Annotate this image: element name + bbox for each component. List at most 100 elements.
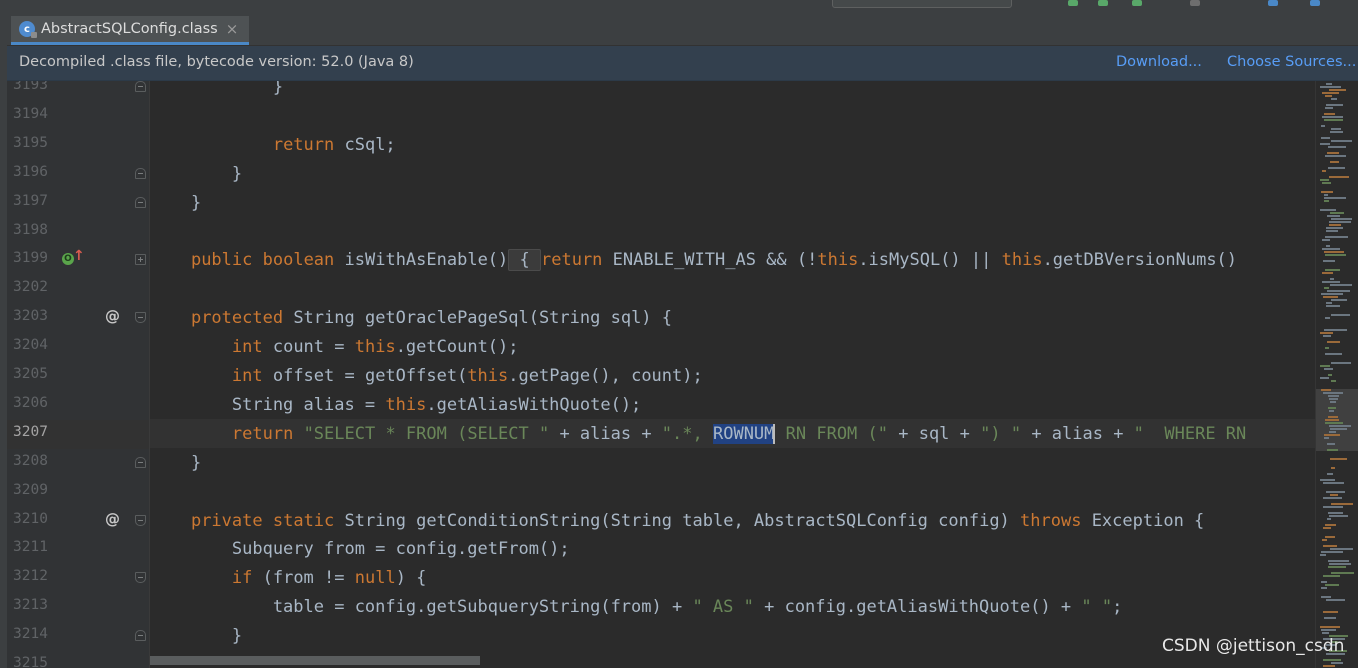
minimap-stroke (1327, 290, 1350, 292)
minimap-stroke (1325, 536, 1335, 538)
gutter-line[interactable]: 3207 (7, 419, 149, 449)
annotation-marker-icon[interactable]: @ (105, 510, 120, 528)
code-line[interactable]: int count = this.getCount(); (150, 333, 519, 362)
line-number: 3199 (13, 250, 48, 267)
string-token: " AS " (692, 597, 754, 618)
minimap-stroke (1322, 182, 1331, 184)
keyword-token: this (385, 394, 427, 415)
expand-fold-icon[interactable] (135, 254, 146, 266)
minimap-stroke (1330, 212, 1344, 214)
code-line[interactable]: table = config.getSubqueryString(from) +… (150, 593, 1123, 622)
gutter-line[interactable]: 3214 (7, 622, 149, 651)
gutter-line[interactable]: 3198 (7, 218, 149, 247)
minimap-stroke (1325, 524, 1336, 526)
line-number: 3215 (13, 655, 48, 668)
search-everywhere-icon[interactable] (1310, 0, 1320, 6)
debug-icon[interactable] (1098, 0, 1108, 6)
collapse-fold-icon[interactable] (135, 514, 146, 526)
gutter-line[interactable]: 3210 @ (7, 507, 149, 536)
minimap-stroke (1330, 401, 1336, 403)
code-line[interactable]: } (150, 189, 201, 218)
gutter-line[interactable]: 3212 (7, 564, 149, 593)
minimap-stroke (1321, 191, 1333, 193)
line-number: 3195 (13, 134, 48, 151)
gutter-line[interactable]: 3208 (7, 449, 149, 478)
gutter-line[interactable]: 3215 (7, 651, 149, 668)
minimap-stroke (1326, 305, 1340, 307)
code-line[interactable]: if (from != null) { (150, 564, 427, 593)
gutter-line[interactable]: 3193 (7, 81, 149, 102)
minimap-stroke (1330, 278, 1334, 280)
line-number-gutter[interactable]: 3193 3194 3195 3196 3197 3198 3199 O ↑ 3202 3203 @3… (7, 81, 150, 668)
minimap-stroke (1324, 200, 1329, 202)
gutter-line[interactable]: 3202 (7, 275, 149, 304)
collapse-fold-icon[interactable] (135, 196, 146, 208)
minimap-stroke (1328, 416, 1338, 418)
minimap-stroke (1331, 503, 1353, 505)
go-to-super-arrow-icon[interactable]: ↑ (73, 248, 85, 264)
code-line[interactable]: } (150, 622, 242, 651)
code-line[interactable]: String alias = this.getAliasWithQuote(); (150, 391, 641, 420)
horizontal-scrollbar-thumb[interactable] (150, 656, 480, 665)
minimap-stroke (1324, 113, 1335, 115)
collapse-fold-icon[interactable] (135, 630, 146, 642)
gutter-line[interactable]: 3194 (7, 102, 149, 131)
gutter-line[interactable]: 3196 (7, 160, 149, 189)
gutter-line[interactable]: 3209 (7, 478, 149, 507)
code-line[interactable]: protected String getOraclePageSql(String… (150, 304, 672, 333)
coverage-icon[interactable] (1132, 0, 1142, 6)
code-line[interactable]: } (150, 449, 201, 478)
project-structure-icon[interactable] (1268, 0, 1278, 6)
code-line[interactable]: return cSql; (150, 131, 396, 160)
code-line[interactable]: return "SELECT * FROM (SELECT " + alias … (150, 420, 1246, 449)
minimap-stroke (1331, 362, 1351, 364)
code-editor[interactable]: 3193 3194 3195 3196 3197 3198 3199 O ↑ 3202 3203 @3… (7, 81, 1358, 668)
run-icon[interactable] (1068, 0, 1078, 6)
gutter-line[interactable]: 3213 (7, 593, 149, 622)
minimap-stroke (1323, 527, 1331, 529)
code-line[interactable]: Subquery from = config.getFrom(); (150, 535, 570, 564)
code-token: + config.getAliasWithQuote() + (753, 597, 1082, 618)
gutter-line[interactable]: 3204 (7, 333, 149, 362)
gutter-line[interactable]: 3205 (7, 362, 149, 391)
code-line[interactable]: int offset = getOffset(this.getPage(), c… (150, 362, 703, 391)
collapse-fold-icon[interactable] (135, 456, 146, 468)
choose-sources-link[interactable]: Choose Sources... (1227, 54, 1356, 70)
minimap-stroke (1320, 626, 1340, 628)
code-token: count = (262, 337, 355, 358)
collapse-fold-icon[interactable] (135, 312, 146, 324)
gutter-line[interactable]: 3211 (7, 535, 149, 564)
gutter-line[interactable]: 3203 @ (7, 304, 149, 333)
gutter-line[interactable]: 3195 (7, 131, 149, 160)
minimap-stroke (1321, 137, 1330, 139)
code-line[interactable]: public boolean isWithAsEnable() { return… (150, 246, 1237, 275)
code-line[interactable]: } (150, 160, 242, 189)
code-token: ; (1112, 597, 1123, 618)
gutter-line[interactable]: 3206 (7, 391, 149, 420)
editor-tab-abstractsqlconfig[interactable]: c AbstractSQLConfig.class × (11, 16, 249, 45)
run-config-selector[interactable] (832, 0, 1012, 8)
collapse-fold-icon[interactable] (135, 167, 146, 179)
stop-icon[interactable] (1190, 0, 1200, 6)
download-link[interactable]: Download... (1116, 54, 1202, 70)
annotation-marker-icon[interactable]: @ (105, 307, 120, 325)
minimap-stroke (1323, 392, 1343, 394)
keyword-token: this (1001, 250, 1043, 271)
minimap-stroke (1320, 86, 1341, 88)
code-line[interactable]: private static String getConditionString… (150, 507, 1204, 536)
code-minimap[interactable] (1315, 81, 1358, 668)
gutter-line[interactable]: 3197 (7, 189, 149, 218)
minimap-stroke (1325, 155, 1346, 157)
keyword-token: int (231, 366, 263, 386)
keyword-token: static (272, 510, 335, 531)
collapse-fold-icon[interactable] (135, 572, 146, 584)
minimap-stroke (1323, 497, 1342, 499)
line-number: 3203 (13, 308, 48, 325)
code-line[interactable]: } (150, 81, 283, 102)
code-area[interactable]: } return cSql; } } public boolean isWith… (150, 81, 1315, 668)
close-icon[interactable]: × (226, 20, 239, 38)
collapse-fold-icon[interactable] (135, 81, 146, 92)
gutter-line[interactable]: 3199 O ↑ (7, 246, 149, 275)
minimap-stroke (1326, 245, 1330, 247)
